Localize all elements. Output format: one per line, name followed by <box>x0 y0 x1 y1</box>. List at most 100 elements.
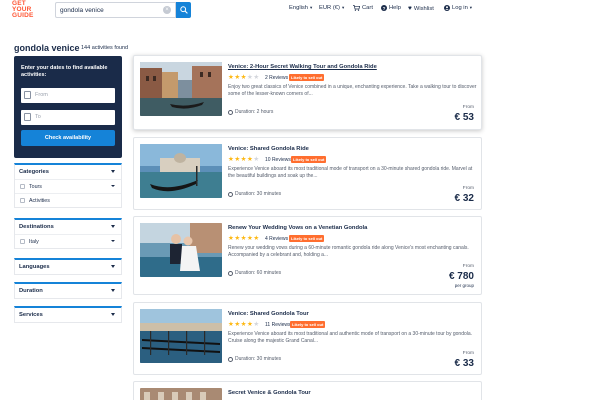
clock-icon <box>228 356 233 362</box>
from-date-placeholder: From <box>35 92 48 98</box>
filter-header[interactable]: Destinations <box>15 220 121 234</box>
cart-icon <box>353 5 360 11</box>
login-menu[interactable]: Log in ▾ <box>444 5 472 11</box>
activity-photo[interactable] <box>140 223 222 277</box>
chevron-down-icon[interactable] <box>111 240 115 242</box>
gondola-tour-image <box>140 309 222 363</box>
chevron-down-icon <box>111 289 115 292</box>
star-icon: ★ <box>253 74 260 81</box>
filter-header[interactable]: Languages <box>15 260 121 274</box>
activity-photo[interactable] <box>140 62 222 116</box>
activity-price: € 32 <box>454 193 474 204</box>
activity-card[interactable]: Secret Venice & Gondola Tour <box>133 381 482 400</box>
date-prompt: Enter your dates to find available activ… <box>21 65 108 78</box>
activity-photo[interactable] <box>140 144 222 198</box>
search-input[interactable] <box>55 2 176 18</box>
star-icon: ★ <box>240 156 247 163</box>
review-count[interactable]: 2 Reviews <box>265 75 288 81</box>
help-label: Help <box>389 5 401 11</box>
filter-header[interactable]: Categories <box>15 165 121 179</box>
chevron-down-icon: ▾ <box>310 5 313 10</box>
chevron-down-icon[interactable] <box>111 185 115 187</box>
star-icon: ★ <box>234 321 241 328</box>
search-bar: × <box>55 2 191 18</box>
activity-title[interactable]: Venice: 2-Hour Secret Walking Tour and G… <box>228 64 377 70</box>
checkbox[interactable] <box>20 184 25 189</box>
review-count[interactable]: 10 Reviews <box>265 157 291 163</box>
result-count: 144 activities found <box>81 45 129 51</box>
activity-photo[interactable] <box>140 309 222 363</box>
activity-title[interactable]: Venice: Shared Gondola Ride <box>228 146 309 152</box>
filter-title: Duration <box>19 288 43 294</box>
filter-option-italy[interactable]: Italy <box>15 234 121 248</box>
price-from-label: From <box>462 186 474 191</box>
activity-description: Experience Venice aboard its most tradit… <box>228 331 473 344</box>
activity-card[interactable]: Venice: 2-Hour Secret Walking Tour and G… <box>133 55 482 130</box>
star-icon: ★ <box>234 235 241 242</box>
sell-out-badge: Likely to sell out <box>291 155 327 163</box>
activity-card[interactable]: Venice: Shared Gondola Tour ★ ★ ★ ★ ★ 11… <box>133 302 482 375</box>
activity-photo[interactable] <box>140 388 222 400</box>
secret-venice-image <box>140 388 222 400</box>
clear-search-icon[interactable]: × <box>163 6 171 14</box>
activity-title[interactable]: Secret Venice & Gondola Tour <box>228 390 311 396</box>
star-icon: ★ <box>246 321 253 328</box>
search-button[interactable] <box>176 2 191 18</box>
star-icon: ★ <box>246 74 253 81</box>
filter-destinations: Destinations Italy <box>14 218 122 249</box>
activity-title[interactable]: Venice: Shared Gondola Tour <box>228 311 309 317</box>
cart-label: Cart <box>362 5 373 11</box>
duration-label: Duration: 60 minutes <box>235 270 282 276</box>
filter-option-label: Italy <box>29 239 39 245</box>
filter-title: Languages <box>19 264 50 270</box>
activity-description: Enjoy two great classics of Venice combi… <box>228 84 477 97</box>
language-selector[interactable]: English ▾ <box>289 5 312 11</box>
activity-duration: Duration: 30 minutes <box>228 191 281 197</box>
check-availability-button[interactable]: Check availability <box>21 130 115 146</box>
star-icon: ★ <box>228 74 234 81</box>
currency-selector[interactable]: EUR (€) ▾ <box>319 5 344 11</box>
star-icon: ★ <box>253 156 260 163</box>
filter-title: Categories <box>19 169 49 175</box>
sell-out-badge: Likely to sell out <box>289 234 325 242</box>
getyourguide-logo[interactable]: GET YOUR GUIDE <box>12 0 42 19</box>
checkbox[interactable] <box>20 198 25 203</box>
activity-price: € 780 <box>448 271 474 282</box>
help-link[interactable]: ? Help <box>381 5 401 11</box>
filter-option-activities[interactable]: Activities <box>15 193 121 207</box>
help-icon: ? <box>381 5 387 11</box>
activity-card[interactable]: Venice: Shared Gondola Ride ★ ★ ★ ★ ★ 10… <box>133 137 482 210</box>
wishlist-link[interactable]: ♥ Wishlist <box>408 5 434 12</box>
filter-option-tours[interactable]: Tours <box>15 179 121 193</box>
filter-option-label: Activities <box>29 198 50 204</box>
star-rating: ★ ★ ★ ★ ★ <box>228 235 259 242</box>
review-count[interactable]: 4 Reviews <box>265 236 288 242</box>
calendar-icon <box>24 113 31 121</box>
star-icon: ★ <box>240 235 247 242</box>
duration-label: Duration: 30 minutes <box>235 191 282 197</box>
filter-header[interactable]: Duration <box>15 284 121 298</box>
review-count[interactable]: 11 Reviews <box>265 322 290 328</box>
to-date-field[interactable]: To <box>21 110 115 125</box>
activity-card[interactable]: Renew Your Wedding Vows on a Venetian Go… <box>133 216 482 295</box>
calendar-icon <box>24 91 31 99</box>
checkbox[interactable] <box>20 239 25 244</box>
chevron-down-icon: ▾ <box>469 5 473 10</box>
activity-price: € 33 <box>454 358 474 369</box>
from-date-field[interactable]: From <box>21 88 115 103</box>
gondola-ride-image <box>140 144 222 198</box>
cart-link[interactable]: Cart <box>353 5 373 11</box>
language-label: English <box>289 5 309 11</box>
price-from-label: From <box>462 264 474 269</box>
activity-price: € 53 <box>454 112 474 123</box>
activity-description: Experience Venice aboard its most tradit… <box>228 166 473 179</box>
filter-categories: Categories Tours Activities <box>14 163 122 208</box>
sell-out-badge: Likely to sell out <box>290 320 326 328</box>
clock-icon <box>228 191 233 197</box>
logo-line: GUIDE <box>12 12 34 19</box>
sell-out-badge: Likely to sell out <box>289 73 325 81</box>
filter-header[interactable]: Services <box>15 308 121 322</box>
chevron-down-icon <box>111 170 115 173</box>
star-icon: ★ <box>240 321 247 328</box>
activity-title[interactable]: Renew Your Wedding Vows on a Venetian Go… <box>228 225 367 231</box>
